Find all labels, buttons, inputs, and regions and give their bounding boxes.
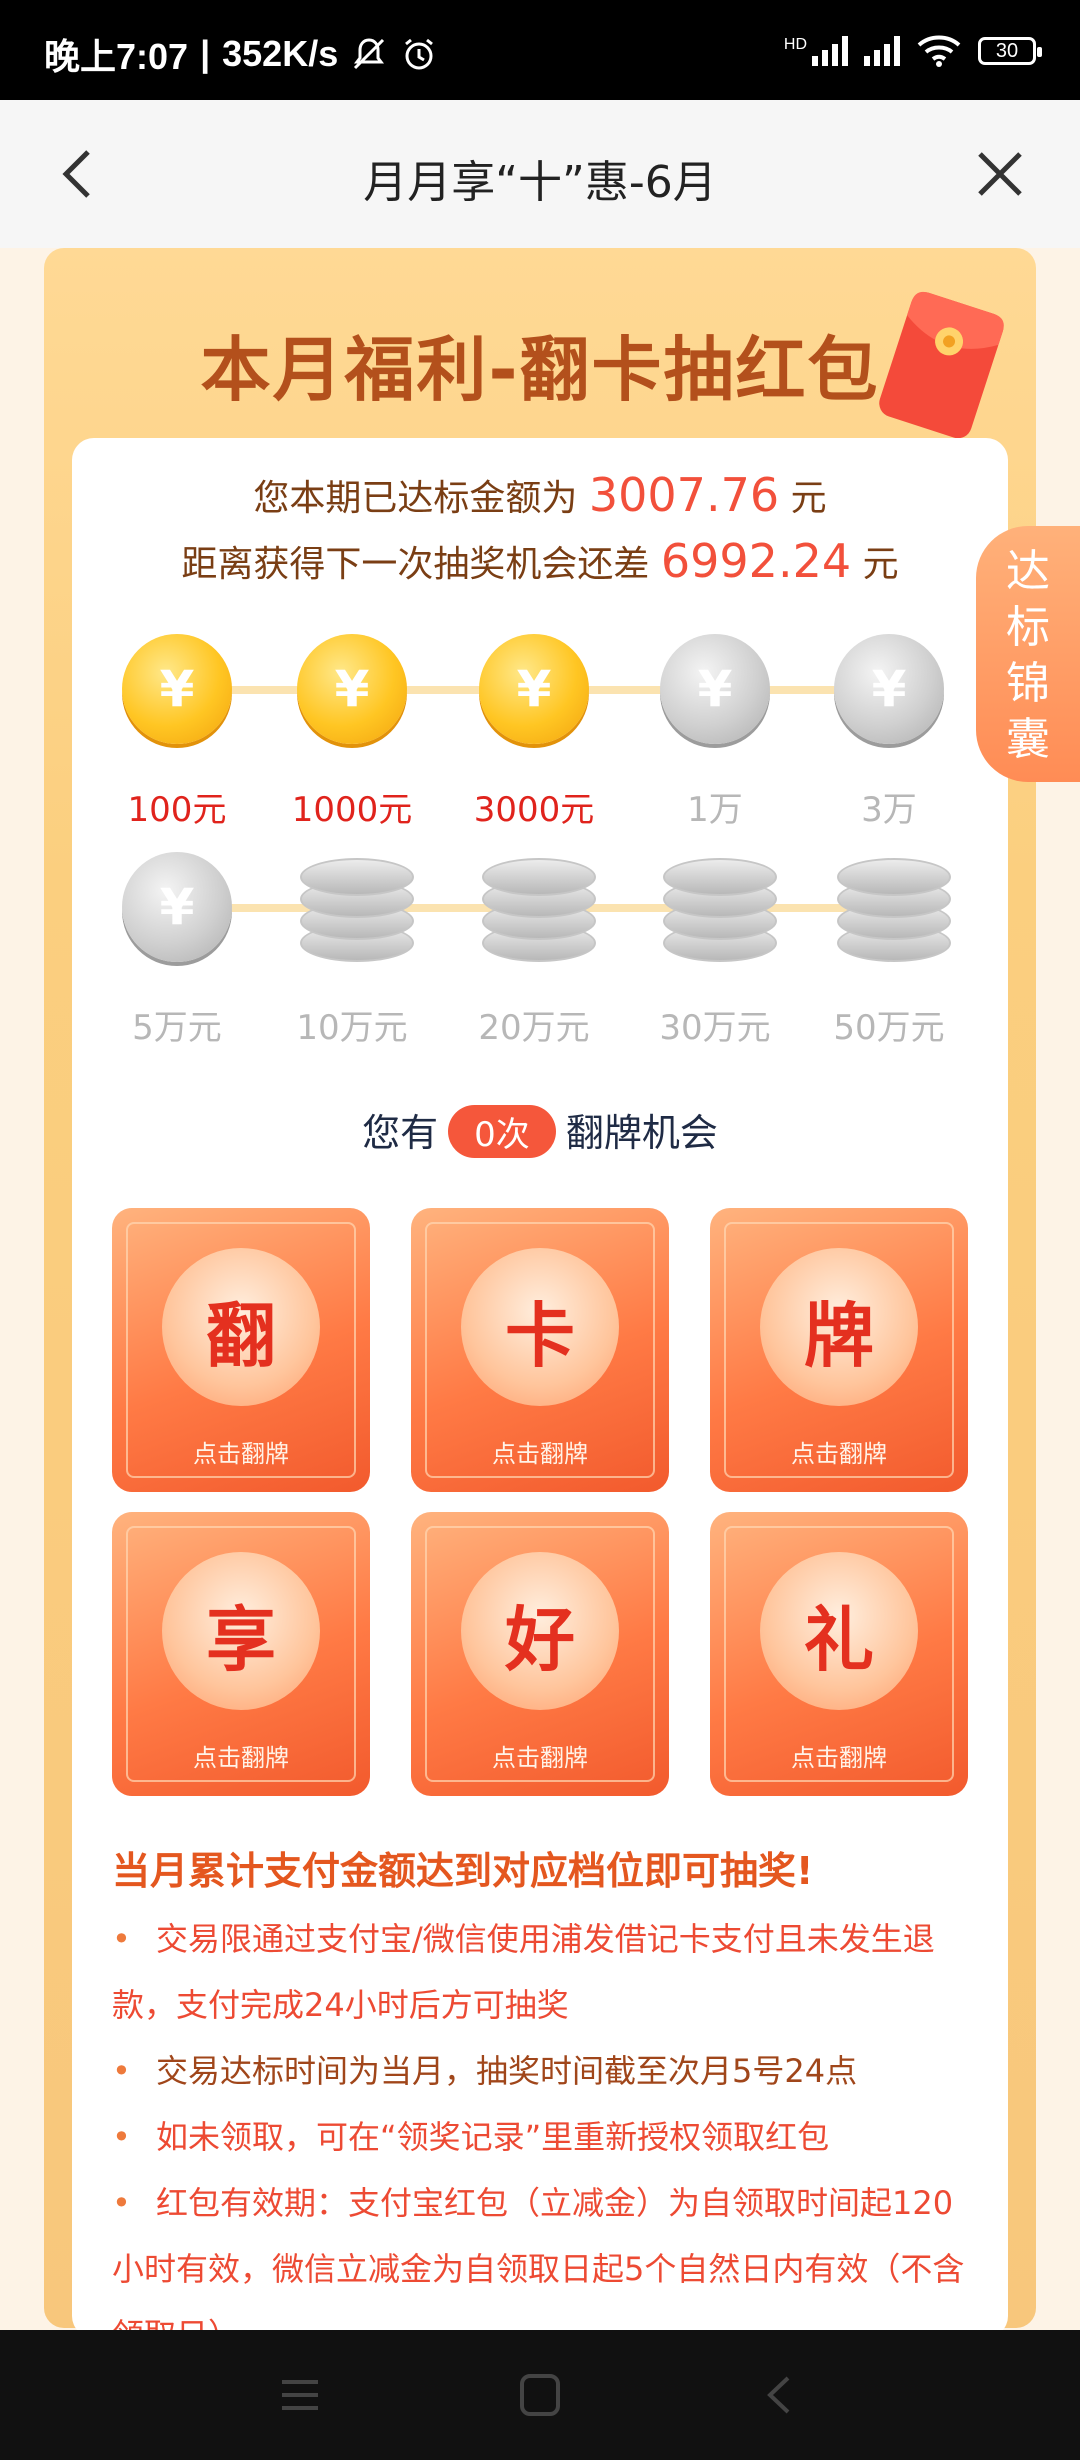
remaining-unit: 元 bbox=[862, 544, 899, 585]
yen-coin-icon: ¥ bbox=[697, 660, 733, 718]
card-hint: 点击翻牌 bbox=[492, 1744, 588, 1772]
yen-coin-icon: ¥ bbox=[159, 878, 195, 936]
card-character: 礼 bbox=[804, 1599, 874, 1681]
remaining-amount: 6992.24 bbox=[660, 534, 852, 588]
flip-card[interactable]: 好 点击翻牌 bbox=[411, 1512, 669, 1796]
coin-stack-icon bbox=[300, 852, 414, 964]
progress-panel: 您本期已达标金额为 3007.76 元 距离获得下一次抽奖机会还差 6992.2… bbox=[72, 438, 1008, 2354]
tier-label: 3000元 bbox=[473, 790, 595, 830]
tier-coin-reached: ¥ bbox=[122, 634, 232, 744]
rule-text: 交易达标时间为当月，抽奖时间截至次月5号24点 bbox=[156, 2052, 858, 2090]
flip-card[interactable]: 卡 点击翻牌 bbox=[411, 1208, 669, 1492]
page-title: 月月享“十”惠-6月 bbox=[363, 157, 717, 208]
tier-coin-reached: ¥ bbox=[297, 634, 407, 744]
back-arrow-icon[interactable] bbox=[50, 144, 110, 204]
card-hint: 点击翻牌 bbox=[492, 1440, 588, 1468]
remaining-amount-line: 距离获得下一次抽奖机会还差 6992.24 元 bbox=[72, 534, 1008, 588]
strategy-side-tab[interactable]: 达 标 锦 囊 bbox=[976, 526, 1080, 782]
status-time: 晚上7:07 bbox=[44, 36, 189, 77]
battery-level: 30 bbox=[995, 39, 1019, 62]
rule-text: 如未领取，可在“领奖记录”里重新授权领取红包 bbox=[156, 2118, 830, 2156]
tier-coin: ¥ bbox=[834, 634, 944, 744]
tier-label: 5万元 bbox=[132, 1008, 222, 1048]
achieved-unit: 元 bbox=[790, 478, 827, 519]
card-character: 好 bbox=[505, 1599, 575, 1681]
wifi-icon bbox=[917, 35, 961, 67]
menu-icon[interactable] bbox=[276, 2372, 324, 2418]
status-separator: | bbox=[200, 33, 211, 74]
flip-card[interactable]: 享 点击翻牌 bbox=[112, 1512, 370, 1796]
card-hint: 点击翻牌 bbox=[791, 1744, 887, 1772]
remaining-prefix: 距离获得下一次抽奖机会还差 bbox=[181, 544, 650, 585]
coin-stack-icon bbox=[837, 852, 951, 964]
nav-back-icon[interactable] bbox=[756, 2372, 804, 2418]
flip-card[interactable]: 翻 点击翻牌 bbox=[112, 1208, 370, 1492]
card-character: 牌 bbox=[804, 1295, 874, 1377]
tier-label: 10万元 bbox=[296, 1008, 408, 1048]
side-tab-char: 囊 bbox=[1006, 714, 1050, 765]
tier-coin-reached: ¥ bbox=[479, 634, 589, 744]
rule-bullet: • bbox=[112, 1920, 131, 1958]
card-character: 卡 bbox=[505, 1295, 575, 1377]
rule-item: • 如未领取，可在“领奖记录”里重新授权领取红包 bbox=[112, 2104, 982, 2170]
flip-chance-line: 您有 0次 翻牌机会 bbox=[72, 1102, 1008, 1158]
side-tab-char: 锦 bbox=[1006, 658, 1050, 709]
rule-item: • 交易限通过支付宝/微信使用浦发借记卡支付且未发生退款，支付完成24小时后方可抽… bbox=[112, 1906, 982, 2038]
campaign-frame: 本月福利-翻卡抽红包 您本期已达标金额为 3007.76 元 距离获得下一次抽奖… bbox=[44, 248, 1036, 2354]
system-nav-bar bbox=[0, 2330, 1080, 2460]
achieved-amount: 3007.76 bbox=[588, 468, 780, 522]
yen-coin-icon: ¥ bbox=[334, 660, 370, 718]
side-tab-char: 标 bbox=[1006, 602, 1050, 653]
rule-bullet: • bbox=[112, 2118, 131, 2156]
card-character: 翻 bbox=[206, 1295, 276, 1377]
tier-label: 1万 bbox=[687, 790, 743, 830]
battery-icon: 30 bbox=[978, 37, 1042, 65]
chance-suffix: 翻牌机会 bbox=[565, 1111, 718, 1155]
chance-prefix: 您有 bbox=[362, 1111, 439, 1155]
chance-count-badge: 0次 bbox=[448, 1105, 556, 1158]
yen-coin-icon: ¥ bbox=[159, 660, 195, 718]
nav-bar: 月月享“十”惠-6月 bbox=[0, 100, 1080, 248]
tier-coin: ¥ bbox=[122, 852, 232, 962]
mute-bell-icon bbox=[354, 38, 385, 70]
card-hint: 点击翻牌 bbox=[193, 1744, 289, 1772]
signal-hd-icon: HD bbox=[784, 36, 848, 66]
achieved-amount-line: 您本期已达标金额为 3007.76 元 bbox=[72, 468, 1008, 522]
rules-title: 当月累计支付金额达到对应档位即可抽奖! bbox=[112, 1849, 814, 1893]
status-bar: 晚上7:07 | 352K/s HD 30 bbox=[0, 0, 1080, 100]
achieved-prefix: 您本期已达标金额为 bbox=[253, 478, 578, 519]
side-tab-char: 达 bbox=[1006, 546, 1050, 597]
signal-icon bbox=[864, 36, 900, 66]
tier-label: 20万元 bbox=[478, 1008, 590, 1048]
coin-stack-icon bbox=[663, 852, 777, 964]
flip-card[interactable]: 牌 点击翻牌 bbox=[710, 1208, 968, 1492]
card-hint: 点击翻牌 bbox=[791, 1440, 887, 1468]
tier-label: 3万 bbox=[861, 790, 917, 830]
flip-card[interactable]: 礼 点击翻牌 bbox=[710, 1512, 968, 1796]
card-hint: 点击翻牌 bbox=[193, 1440, 289, 1468]
yen-coin-icon: ¥ bbox=[516, 660, 552, 718]
rule-bullet: • bbox=[112, 2052, 131, 2090]
tier-coin: ¥ bbox=[660, 634, 770, 744]
hd-label: HD bbox=[783, 36, 807, 53]
tier-label: 1000元 bbox=[291, 790, 413, 830]
home-icon[interactable] bbox=[516, 2372, 564, 2418]
coin-stack-icon bbox=[482, 852, 596, 964]
tier-label: 50万元 bbox=[833, 1008, 945, 1048]
rule-item: • 交易达标时间为当月，抽奖时间截至次月5号24点 bbox=[112, 2038, 982, 2104]
tier-label: 30万元 bbox=[659, 1008, 771, 1048]
rule-bullet: • bbox=[112, 2184, 131, 2222]
status-network-speed: 352K/s bbox=[222, 33, 339, 74]
alarm-icon bbox=[405, 38, 434, 70]
card-character: 享 bbox=[206, 1599, 276, 1681]
tier-label: 100元 bbox=[127, 790, 227, 830]
rule-text: 交易限通过支付宝/微信使用浦发借记卡支付且未发生退款，支付完成24小时后方可抽奖 bbox=[112, 1920, 935, 2024]
close-icon[interactable] bbox=[970, 144, 1030, 204]
red-envelope-icon bbox=[879, 291, 1004, 438]
rule-text: 红包有效期：支付宝红包（立减金）为自领取时间起120小时有效，微信立减金为自领取… bbox=[112, 2184, 965, 2354]
yen-coin-icon: ¥ bbox=[871, 660, 907, 718]
